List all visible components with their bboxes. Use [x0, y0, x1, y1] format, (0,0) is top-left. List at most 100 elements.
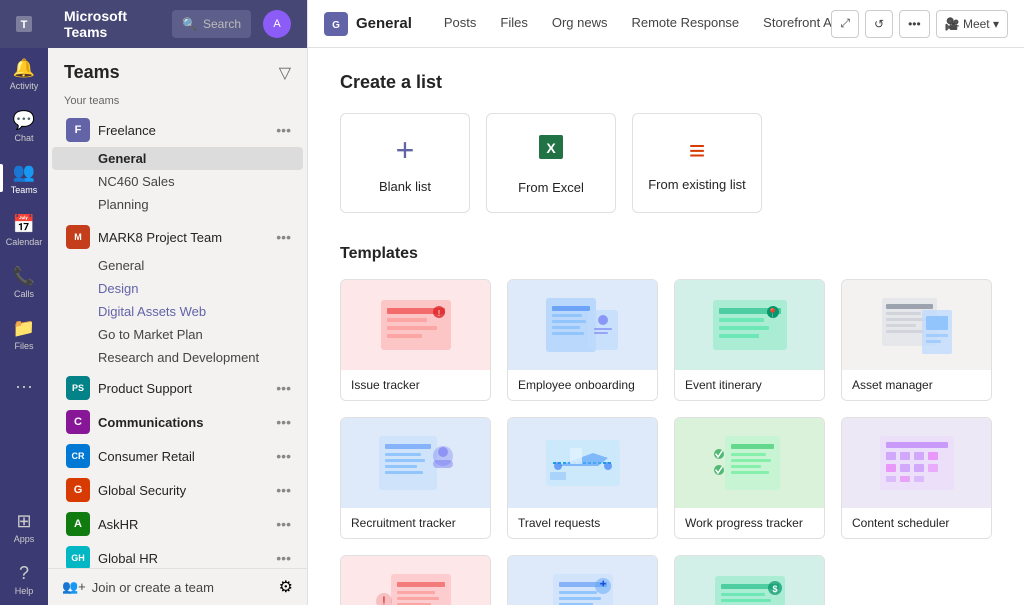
join-create-team[interactable]: 👥+ Join or create a team [62, 579, 214, 595]
channel-header: G General Posts Files Org news Remote Re… [308, 0, 1024, 48]
channel-item-general-m[interactable]: General [52, 254, 303, 277]
expand-button[interactable]: ⤢ [831, 10, 859, 38]
meet-button[interactable]: 🎥 Meet ▾ [936, 10, 1008, 38]
team-more-comms[interactable]: ••• [276, 414, 291, 430]
sidebar-title: Teams [64, 62, 120, 83]
template-loans[interactable]: $ Loans [674, 555, 825, 605]
chat-icon: 💬 [13, 110, 35, 131]
svg-text:T: T [21, 19, 28, 31]
template-label-work: Work progress tracker [675, 508, 824, 538]
existing-label: From existing list [648, 177, 746, 192]
teams-sidebar: Microsoft Teams 🔍 Search A Teams ▽ Your … [48, 0, 308, 605]
channel-item-planning[interactable]: Planning [52, 193, 303, 216]
search-box[interactable]: 🔍 Search [172, 10, 251, 38]
channel-item-digital[interactable]: Digital Assets Web [52, 300, 303, 323]
user-avatar[interactable]: A [263, 10, 291, 38]
team-item-freelance[interactable]: F Freelance ••• [52, 113, 303, 147]
template-patients[interactable]: Patients [507, 555, 658, 605]
nav-item-files[interactable]: 📁 Files [0, 308, 48, 360]
template-thumb-content [842, 418, 991, 508]
template-thumb-issue: ! [341, 280, 490, 370]
team-item-mark8[interactable]: M MARK8 Project Team ••• [52, 220, 303, 254]
team-more-global-hr[interactable]: ••• [276, 550, 291, 566]
channel-tabs: Posts Files Org news Remote Response Sto… [432, 0, 832, 47]
team-more-global-sec[interactable]: ••• [276, 482, 291, 498]
nav-item-more[interactable]: ··· [0, 360, 48, 412]
template-onboarding[interactable]: Employee onboarding [507, 279, 658, 401]
list-content: Create a list + Blank list X From Excel … [308, 48, 1024, 605]
template-travel[interactable]: Travel requests [507, 417, 658, 539]
nav-item-calls[interactable]: 📞 Calls [0, 256, 48, 308]
template-content[interactable]: Content scheduler [841, 417, 992, 539]
channel-item-gtm[interactable]: Go to Market Plan [52, 323, 303, 346]
nav-label-files: Files [14, 341, 33, 351]
filter-icon[interactable]: ▽ [279, 63, 291, 83]
tab-remote[interactable]: Remote Response [619, 0, 751, 47]
channel-item-rd[interactable]: Research and Development [52, 346, 303, 369]
team-avatar-askhr: A [66, 512, 90, 536]
tab-files[interactable]: Files [488, 0, 539, 47]
tab-orgnews[interactable]: Org news [540, 0, 620, 47]
blank-list-option[interactable]: + Blank list [340, 113, 470, 213]
tab-storefront[interactable]: Storefront Approvals [751, 0, 831, 47]
nav-label-activity: Activity [10, 81, 39, 91]
nav-item-chat[interactable]: 💬 Chat [0, 100, 48, 152]
apps-icon: ⊞ [16, 511, 31, 532]
from-existing-option[interactable]: ≡ From existing list [632, 113, 762, 213]
team-item-product[interactable]: PS Product Support ••• [52, 371, 303, 405]
calls-icon: 📞 [13, 266, 35, 287]
refresh-button[interactable]: ↺ [865, 10, 893, 38]
team-name-askhr: AskHR [98, 517, 276, 532]
nav-bar: T 🔔 Activity 💬 Chat 👥 Teams 📅 Calendar 📞… [0, 0, 48, 605]
team-more-askhr[interactable]: ••• [276, 516, 291, 532]
team-more-product[interactable]: ••• [276, 380, 291, 396]
template-asset[interactable]: Asset manager [841, 279, 992, 401]
svg-text:X: X [546, 140, 556, 156]
team-item-consumer[interactable]: CR Consumer Retail ••• [52, 439, 303, 473]
team-item-comms[interactable]: C Communications ••• [52, 405, 303, 439]
team-name-freelance: Freelance [98, 123, 276, 138]
nav-item-calendar[interactable]: 📅 Calendar [0, 204, 48, 256]
team-item-askhr[interactable]: A AskHR ••• [52, 507, 303, 541]
team-more-consumer[interactable]: ••• [276, 448, 291, 464]
from-excel-option[interactable]: X From Excel [486, 113, 616, 213]
template-work[interactable]: Work progress tracker [674, 417, 825, 539]
nav-label-help: Help [15, 586, 34, 596]
template-incidents[interactable]: ! Incidents [340, 555, 491, 605]
tab-posts[interactable]: Posts [432, 0, 489, 47]
svg-text:!: ! [437, 309, 439, 318]
channel-item-nc460[interactable]: NC460 Sales [52, 170, 303, 193]
template-thumb-event: 📍 [675, 280, 824, 370]
nav-item-teams[interactable]: 👥 Teams [0, 152, 48, 204]
team-name-comms: Communications [98, 415, 276, 430]
template-label-event: Event itinerary [675, 370, 824, 400]
excel-label: From Excel [518, 180, 584, 195]
team-avatar-global-hr: GH [66, 546, 90, 568]
template-thumb-recruitment [341, 418, 490, 508]
channel-item-design[interactable]: Design [52, 277, 303, 300]
nav-item-help[interactable]: ? Help [0, 553, 48, 605]
activity-icon: 🔔 [13, 58, 35, 79]
template-thumb-travel [508, 418, 657, 508]
team-more-freelance[interactable]: ••• [276, 122, 291, 138]
template-label-recruitment: Recruitment tracker [341, 508, 490, 538]
template-recruitment[interactable]: Recruitment tracker [340, 417, 491, 539]
channel-item-general[interactable]: General [52, 147, 303, 170]
template-issue[interactable]: ! Issue tracker [340, 279, 491, 401]
templates-grid: ! Issue tracker [340, 279, 992, 605]
nav-item-apps[interactable]: ⊞ Apps [0, 501, 48, 553]
team-avatar-mark8: M [66, 225, 90, 249]
team-more-mark8[interactable]: ••• [276, 229, 291, 245]
template-event[interactable]: 📍 Event itinerary [674, 279, 825, 401]
app-name: Microsoft Teams [64, 8, 152, 40]
template-thumb-loans: $ [675, 556, 824, 605]
nav-item-activity[interactable]: 🔔 Activity [0, 48, 48, 100]
team-group-mark8: M MARK8 Project Team ••• General Design … [48, 218, 307, 371]
blank-list-label: Blank list [379, 179, 431, 194]
nav-label-chat: Chat [14, 133, 33, 143]
more-button[interactable]: ••• [899, 10, 930, 38]
template-label-travel: Travel requests [508, 508, 657, 538]
team-item-global-hr[interactable]: GH Global HR ••• [52, 541, 303, 568]
settings-icon[interactable]: ⚙ [279, 577, 293, 597]
team-item-global-sec[interactable]: G Global Security ••• [52, 473, 303, 507]
